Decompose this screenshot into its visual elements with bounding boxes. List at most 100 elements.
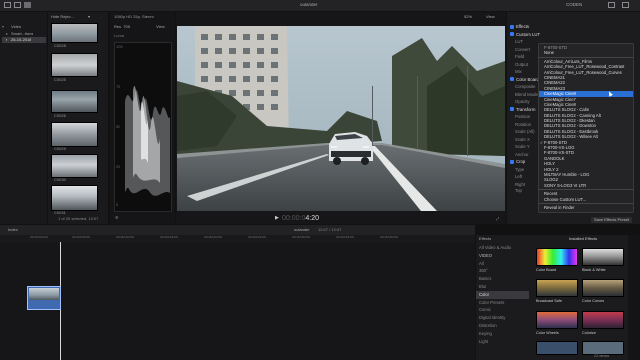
ruler-label: 00:00:05:00 bbox=[72, 236, 90, 239]
effects-category[interactable]: Blur bbox=[476, 283, 529, 291]
scale-label: 75 bbox=[116, 85, 121, 89]
effects-category[interactable]: Light bbox=[476, 338, 529, 346]
clip-label: C0030 bbox=[54, 178, 66, 182]
effects-category[interactable]: Basics bbox=[476, 275, 529, 283]
suv-car bbox=[329, 132, 373, 165]
lut-menu-item[interactable]: None bbox=[539, 50, 633, 55]
clip-thumbnail[interactable] bbox=[51, 154, 98, 178]
browser-toggle-icon[interactable] bbox=[14, 2, 21, 8]
effect-thumbnail-color-board[interactable] bbox=[536, 248, 578, 266]
inspector-label: Scale (All) bbox=[515, 129, 535, 134]
inspector-label: Left bbox=[515, 174, 523, 179]
play-button[interactable]: ▶ bbox=[275, 216, 279, 221]
checkbox-icon[interactable] bbox=[510, 32, 514, 37]
effect-thumbnail-broadcast-safe[interactable] bbox=[536, 279, 578, 297]
library-item-event[interactable]: ▪ 26-10-2018 bbox=[2, 37, 46, 43]
lut-menu-label: Reveal in Finder bbox=[544, 204, 575, 210]
inspector-row: Effects bbox=[507, 23, 640, 31]
hide-rejected-filter[interactable]: Hide Rejec... bbox=[51, 15, 74, 19]
scopes-view-menu[interactable]: View bbox=[156, 25, 165, 29]
timeline-index-button[interactable]: Index bbox=[8, 228, 18, 232]
effects-category[interactable]: All Video & Audio bbox=[476, 244, 529, 252]
timeline-tracks[interactable] bbox=[0, 242, 475, 360]
effects-category[interactable]: Distortion bbox=[476, 322, 529, 330]
clip-thumbnail[interactable] bbox=[51, 122, 98, 147]
checkbox-icon[interactable] bbox=[510, 24, 514, 29]
inspector-label: Color Board bbox=[516, 76, 539, 82]
disclosure-icon: ▾ bbox=[2, 25, 5, 29]
effect-thumbnail-color-wheels[interactable] bbox=[536, 311, 578, 329]
project-format: 1080p HD 25p, Stereo bbox=[114, 15, 154, 19]
effect-thumbnail-partial[interactable] bbox=[582, 341, 624, 355]
effects-category[interactable]: Digital Identity bbox=[476, 314, 529, 322]
inspector-label: Right bbox=[515, 181, 526, 187]
scopes-panel: 1080p HD 25p, Stereo Rec. 709 View Luma … bbox=[110, 12, 175, 224]
effects-category[interactable]: 360° bbox=[476, 267, 529, 275]
effect-thumbnail-colorize[interactable] bbox=[582, 311, 624, 329]
share-icon[interactable] bbox=[622, 2, 629, 8]
viewer-video-frame[interactable] bbox=[177, 26, 505, 211]
checkbox-icon[interactable] bbox=[510, 107, 514, 112]
library-toggle-icon[interactable] bbox=[4, 2, 11, 8]
clip-label: C0031 bbox=[54, 211, 66, 215]
street-scene-image bbox=[177, 26, 505, 211]
menu-separator bbox=[539, 202, 633, 204]
lut-menu-label: F-8700-VS-LOG bbox=[544, 145, 575, 151]
effects-category[interactable]: VIDEO bbox=[476, 252, 529, 260]
timeline-clip[interactable] bbox=[27, 286, 61, 310]
inspector-label: Transform bbox=[516, 106, 536, 112]
library-item-video[interactable]: ▾ Video bbox=[2, 24, 46, 30]
effect-thumbnail-partial[interactable] bbox=[536, 341, 578, 355]
library-label: 26-10-2018 bbox=[11, 38, 32, 42]
checkbox-icon[interactable] bbox=[510, 77, 514, 82]
lut-menu-item[interactable]: SONY S-LOG3 VI LTR bbox=[539, 183, 633, 188]
installed-effects-label: Installed Effects bbox=[569, 237, 598, 241]
lut-menu-label: DELUTS SLOG2 - Canning Alt bbox=[544, 112, 601, 118]
lut-menu-label: DELUTS SLOG2 - Dkestan bbox=[544, 118, 595, 124]
effects-category[interactable]: All bbox=[476, 260, 529, 268]
clip-label: C0028 bbox=[54, 44, 66, 48]
effects-category[interactable]: Keying bbox=[476, 330, 529, 338]
lut-menu-label: GANDOLK bbox=[544, 155, 565, 161]
viewer-timecode: 00:00:04:20 bbox=[282, 215, 319, 222]
title-toggle-icon[interactable] bbox=[24, 2, 31, 8]
clip-thumbnail[interactable] bbox=[51, 23, 98, 43]
lut-menu-label: DELUTS SLOG2 - Downton bbox=[544, 123, 596, 129]
ruler-label: 00:00:25:00 bbox=[248, 236, 266, 239]
clip-thumbnail[interactable] bbox=[51, 185, 98, 211]
viewer-panel: 52% View ▶ 00:00:04:20 ⤢ bbox=[176, 12, 506, 224]
viewer-view-menu[interactable]: View bbox=[486, 15, 495, 19]
lut-menu-item[interactable]: Choose Custom LUT... bbox=[539, 197, 633, 202]
inspector-label: Mix bbox=[515, 69, 522, 74]
zoom-level[interactable]: 52% bbox=[464, 15, 472, 19]
inspector-label: Crop bbox=[516, 159, 526, 164]
inspector-toggle-icon[interactable] bbox=[608, 2, 615, 8]
inspector-label: Anchor bbox=[515, 151, 529, 157]
checkbox-icon[interactable] bbox=[510, 159, 514, 164]
lut-menu-label: CINEMA22 bbox=[544, 80, 565, 86]
lut-menu-label: SONY S-LOG3 VI LTR bbox=[544, 182, 587, 188]
effects-category[interactable]: Color Presets bbox=[476, 299, 529, 307]
lut-menu-label: None bbox=[544, 50, 555, 56]
timeline-header: Index oulander 12:07 / 12:07 bbox=[0, 225, 475, 235]
effects-category[interactable]: Comic bbox=[476, 306, 529, 314]
lut-menu-label: CineMagic Cine8 bbox=[544, 101, 576, 107]
filter-dropdown-icon[interactable]: ▾ bbox=[88, 15, 90, 19]
lut-menu-label: DELUTS SLOG2 - Wilsee Alt bbox=[544, 134, 598, 140]
effect-thumbnail-black-white[interactable] bbox=[582, 248, 624, 266]
lut-menu-label: F-8700-STD bbox=[544, 139, 568, 145]
ruler-label: 00:00:35:00 bbox=[336, 236, 354, 239]
ruler-label: 00:00:20:00 bbox=[204, 236, 222, 239]
clip-thumbnail[interactable] bbox=[51, 53, 98, 77]
fullscreen-icon[interactable]: ⤢ bbox=[496, 217, 499, 221]
clip-thumbnail[interactable] bbox=[51, 90, 98, 113]
effects-category-selected[interactable]: Color bbox=[476, 290, 529, 299]
scopes-settings-icon[interactable]: ⚙ bbox=[115, 216, 119, 220]
inspector-label: LUT bbox=[515, 39, 524, 44]
waveform-trace bbox=[125, 85, 170, 196]
lut-menu-item[interactable]: Reveal in Finder bbox=[539, 205, 633, 210]
save-effects-preset-button[interactable]: Save Effects Preset bbox=[591, 217, 633, 223]
effect-thumbnail-color-curves[interactable] bbox=[582, 279, 624, 297]
lut-menu-label: Recent bbox=[544, 191, 558, 197]
effect-label: Color Curves bbox=[582, 299, 605, 303]
